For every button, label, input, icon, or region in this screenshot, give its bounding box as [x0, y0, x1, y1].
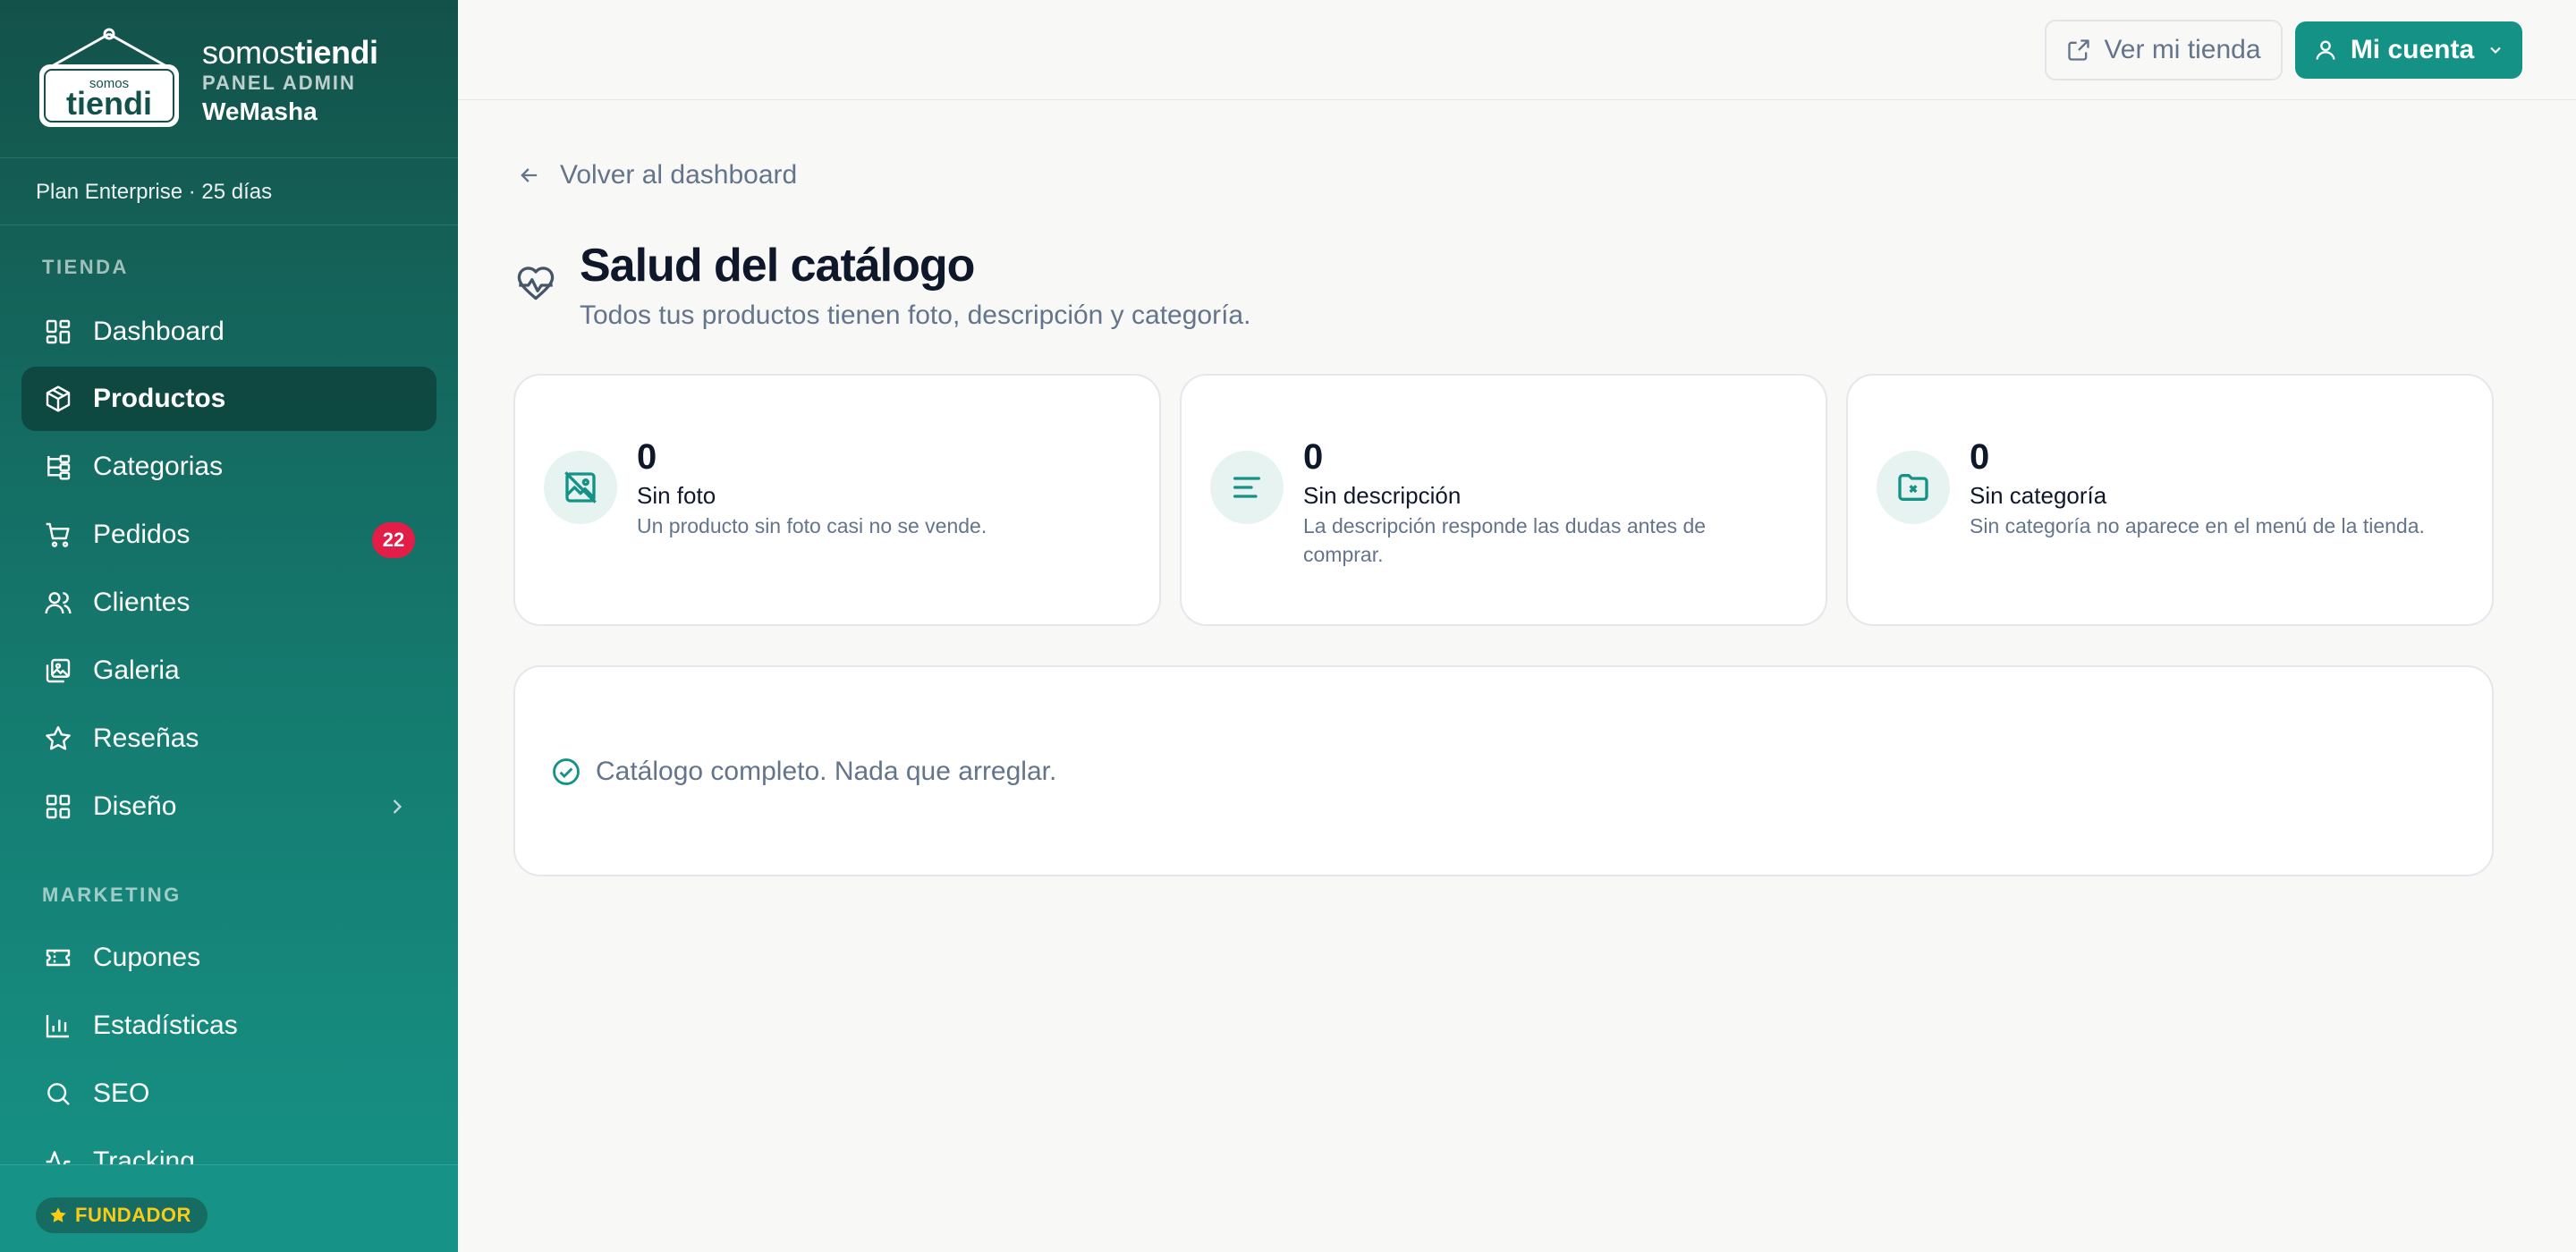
chart-icon: [43, 1011, 73, 1041]
founder-badge-label: FUNDADOR: [75, 1204, 191, 1226]
sidebar-item-label: Dashboard: [93, 317, 225, 346]
back-to-dashboard-link[interactable]: Volver al dashboard: [517, 157, 797, 193]
sidebar-item-dashboard[interactable]: Dashboard: [21, 300, 436, 364]
ticket-icon: [43, 943, 73, 973]
card-hint: Un producto sin foto casi no se vende.: [637, 514, 987, 537]
brand-name: somostiendi: [202, 34, 378, 72]
sidebar-item-productos[interactable]: Productos: [21, 367, 436, 431]
status-message: Catálogo completo. Nada que arreglar.: [596, 757, 1057, 786]
sidebar-item-seo[interactable]: SEO: [21, 1062, 436, 1126]
topbar: Ver mi tienda Mi cuenta: [458, 0, 2576, 100]
search-icon: [43, 1079, 73, 1109]
card-count: 0: [637, 437, 657, 477]
chevron-right-icon[interactable]: [385, 794, 410, 819]
account-label: Mi cuenta: [2350, 35, 2475, 64]
card-label: Sin categoría: [1970, 482, 2107, 509]
sidebar-item-label: Reseñas: [93, 723, 199, 753]
sidebar-item-label: Productos: [93, 384, 226, 413]
sidebar-item-label: SEO: [93, 1079, 150, 1108]
card-count: 0: [1970, 437, 1990, 477]
folder-x-icon: [1877, 451, 1950, 524]
sidebar-item-cupones[interactable]: Cupones: [21, 926, 436, 990]
gallery-icon: [43, 656, 73, 686]
card-sin-foto: 0 Sin foto Un producto sin foto casi no …: [513, 374, 1161, 626]
card-hint: La descripción responde las dudas antes …: [1303, 514, 1707, 566]
sidebar-item-diseno[interactable]: Diseño: [21, 774, 436, 839]
categories-icon: [43, 452, 73, 482]
sidebar: somos tiendi somostiendi PANEL ADMIN WeM…: [0, 0, 458, 1252]
heart-pulse-icon: [517, 266, 555, 300]
sidebar-item-label: Pedidos: [93, 520, 191, 549]
section-label-marketing: MARKETING: [42, 884, 182, 906]
image-off-icon: [544, 451, 617, 524]
external-link-icon: [2068, 39, 2090, 61]
view-store-button[interactable]: Ver mi tienda: [2045, 20, 2283, 80]
sidebar-item-label: Cupones: [93, 943, 201, 972]
brand-name-light: somos: [202, 34, 295, 71]
layout-icon: [43, 791, 73, 822]
orders-count-badge: 22: [372, 522, 415, 558]
sidebar-item-label: Estadísticas: [93, 1011, 238, 1040]
page-subtitle: Todos tus productos tienen foto, descrip…: [580, 300, 1251, 330]
card-label: Sin descripción: [1303, 482, 1462, 509]
account-menu-button[interactable]: Mi cuenta: [2295, 21, 2522, 79]
sidebar-footer: FUNDADOR: [0, 1164, 458, 1252]
store-name: WeMasha: [202, 97, 318, 125]
card-count: 0: [1303, 437, 1324, 477]
star-filled-icon: [50, 1207, 66, 1222]
align-left-icon: [1210, 451, 1284, 524]
back-link-label: Volver al dashboard: [560, 160, 798, 190]
sidebar-item-clientes[interactable]: Clientes: [21, 571, 436, 635]
plan-status: Plan Enterprise · 25 días: [0, 157, 458, 225]
section-label-tienda: TIENDA: [42, 256, 129, 278]
view-store-label: Ver mi tienda: [2104, 35, 2261, 64]
user-icon: [2316, 40, 2335, 60]
check-circle-icon: [553, 758, 580, 785]
card-sin-categoria: 0 Sin categoría Sin categoría no aparece…: [1846, 374, 2494, 626]
brand-name-bold: tiendi: [294, 34, 379, 71]
sidebar-item-label: Categorias: [93, 452, 224, 481]
chevron-down-icon: [2490, 47, 2501, 54]
panel-label: PANEL ADMIN: [202, 72, 356, 94]
dashboard-icon: [43, 317, 73, 347]
sidebar-item-categorias[interactable]: Categorias: [21, 435, 436, 499]
sidebar-item-label: Clientes: [93, 588, 191, 617]
arrow-left-icon: [521, 168, 538, 182]
sidebar-item-galeria[interactable]: Galeria: [21, 639, 436, 703]
sidebar-item-estadisticas[interactable]: Estadísticas: [21, 994, 436, 1058]
logo-text-bottom: tiendi: [66, 85, 152, 122]
page-title: Salud del catálogo: [580, 240, 975, 292]
sidebar-item-pedidos[interactable]: Pedidos 22: [21, 503, 436, 567]
sidebar-item-label: Galeria: [93, 656, 180, 685]
sidebar-item-resenas[interactable]: Reseñas: [21, 706, 436, 771]
star-icon: [43, 723, 73, 754]
founder-badge: FUNDADOR: [36, 1197, 208, 1233]
catalog-status-panel: Catálogo completo. Nada que arreglar.: [513, 665, 2494, 876]
card-label: Sin foto: [637, 482, 716, 509]
tiendi-logo-icon: somos tiendi: [39, 28, 179, 127]
brand[interactable]: somos tiendi somostiendi PANEL ADMIN WeM…: [36, 27, 429, 131]
users-icon: [43, 588, 73, 618]
package-icon: [43, 384, 73, 414]
brand-text: somostiendi PANEL ADMIN WeMasha: [202, 34, 378, 127]
card-hint: Sin categoría no aparece en el menú de l…: [1970, 514, 2425, 537]
sidebar-item-label: Diseño: [93, 791, 177, 821]
cart-icon: [43, 520, 73, 550]
card-sin-descripcion: 0 Sin descripción La descripción respond…: [1180, 374, 1827, 626]
